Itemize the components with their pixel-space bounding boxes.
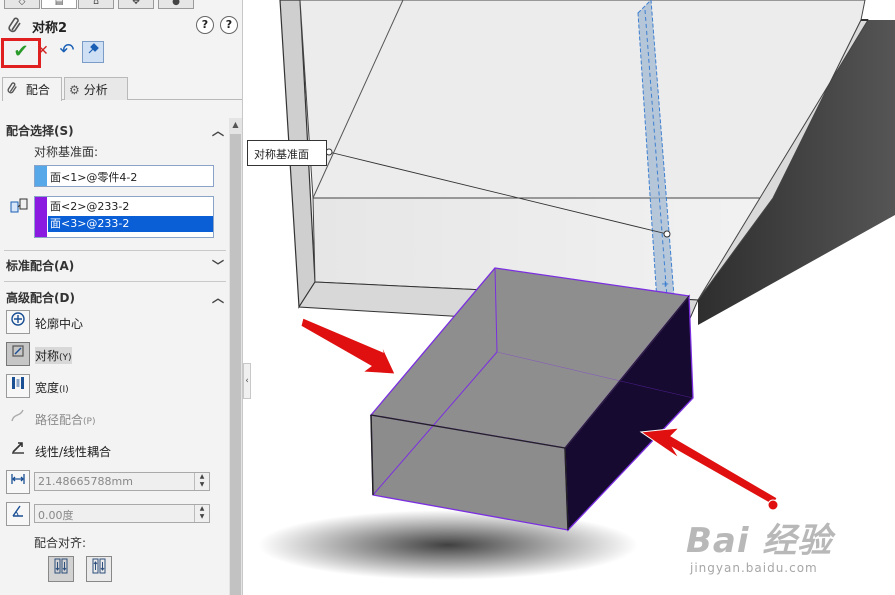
path-mate-label: 路径配合(P) (35, 413, 96, 427)
entities-color-swatch (35, 197, 47, 237)
red-arrow-left (300, 317, 396, 375)
dimxpert-tab[interactable]: ✥ (118, 0, 154, 9)
profile-center-label: 轮廓中心 (35, 317, 84, 331)
whats-wrong-help-button[interactable]: ? (196, 16, 214, 34)
watermark-logo-text: Bai 经验 (686, 521, 833, 561)
configuration-icon: ⌂ (93, 0, 99, 7)
3d-scene[interactable]: + (243, 0, 895, 595)
graphics-viewport[interactable]: + 对称基准面 ‹ Bai 经验 jingyan.baidu.com (243, 0, 895, 595)
panel-title: 对称2 (32, 21, 68, 36)
tab-mates[interactable]: 配合 (2, 77, 62, 101)
entities-to-mate-icon (9, 196, 29, 222)
distance-input[interactable]: 21.48665788mm (34, 472, 210, 491)
svg-text:+: + (661, 279, 669, 290)
mate-subtabs: 配合 ⚙ 分析 (2, 77, 242, 101)
mate-alignment-label: 配合对齐: (34, 536, 87, 550)
feature-manager-tab[interactable]: ◇ (4, 0, 40, 9)
undo-button[interactable]: ↶ (56, 41, 78, 63)
width-label: 宽度(I) (35, 381, 69, 395)
display-manager-tab[interactable]: ● (158, 0, 194, 9)
chevron-down-icon[interactable]: ﹀ (212, 257, 224, 274)
scroll-thumb[interactable] (230, 134, 241, 595)
width-mate[interactable]: 宽度(I) (6, 374, 226, 400)
panel-collapse-handle[interactable]: ‹ (243, 363, 251, 399)
feature-tree-icon: ◇ (18, 0, 26, 7)
action-row: ✔ ✕ ↶ (0, 36, 242, 68)
distance-icon (6, 470, 30, 494)
list-item[interactable]: 面<2>@233-2 (48, 199, 213, 215)
profile-center-icon (6, 310, 30, 334)
distance-spinner[interactable]: ▲ ▼ (194, 473, 209, 490)
aligned-button[interactable] (48, 556, 74, 582)
distance-row: 21.48665788mm ▲ ▼ (6, 470, 216, 494)
angle-row: 0.00度 ▲ ▼ (6, 502, 216, 526)
dimxpert-icon: ✥ (132, 0, 140, 7)
configuration-manager-tab[interactable]: ⌂ (78, 0, 114, 9)
mate-selections-section-header[interactable]: 配合选择(S) ︿ (6, 122, 224, 140)
close-icon: ✕ (37, 43, 49, 59)
anti-aligned-icon (90, 558, 108, 578)
entities-selection-list[interactable]: 面<2>@233-2 面<3>@233-2 (34, 196, 214, 238)
manager-tabs: ◇ ▤ ⌂ ✥ ● (0, 0, 242, 10)
profile-center-mate[interactable]: 轮廓中心 (6, 310, 226, 336)
linear-coupler-icon (6, 438, 30, 462)
keep-visible-pin-button[interactable] (82, 41, 104, 63)
angle-icon (6, 502, 30, 526)
watermark-url: jingyan.baidu.com (690, 561, 818, 575)
chevron-up-icon[interactable]: ︿ (212, 122, 224, 139)
path-icon (6, 406, 30, 430)
symmetric-label: 对称(Y) (35, 347, 72, 364)
advanced-mates-heading: 高级配合(D) (6, 291, 75, 305)
cancel-button[interactable]: ✕ (37, 44, 51, 60)
symmetry-plane-selection-box[interactable]: 面<1>@零件4-2 (34, 165, 214, 187)
tab-mates-label: 配合 (25, 83, 50, 97)
symmetry-plane-callout[interactable]: 对称基准面 (247, 140, 327, 166)
list-item-selected[interactable]: 面<3>@233-2 (48, 216, 213, 232)
symmetry-plane-value: 面<1>@零件4-2 (50, 171, 138, 184)
checkmark-icon: ✔ (13, 41, 29, 62)
ok-confirm-button[interactable]: ✔ (1, 38, 41, 68)
anti-aligned-button[interactable] (86, 556, 112, 582)
divider (4, 281, 226, 282)
help-button[interactable]: ? (220, 16, 238, 34)
standard-mates-heading: 标准配合(A) (6, 259, 75, 273)
plane-color-swatch (35, 166, 47, 186)
red-arrow-right (639, 427, 779, 511)
pushpin-icon (86, 43, 100, 59)
property-list-icon: ▤ (54, 0, 64, 7)
chevron-left-icon: ‹ (245, 376, 249, 386)
linear-coupler-mate[interactable]: 线性/线性耦合 (6, 438, 226, 464)
display-icon: ● (172, 0, 180, 7)
angle-input[interactable]: 0.00度 (34, 504, 210, 523)
advanced-mates-section-header[interactable]: 高级配合(D) ︿ (6, 289, 224, 307)
angle-spinner[interactable]: ▲ ▼ (194, 505, 209, 522)
standard-mates-section-header[interactable]: 标准配合(A) ﹀ (6, 257, 224, 275)
symmetric-icon (6, 342, 30, 366)
width-icon (6, 374, 30, 398)
gears-icon: ⚙ (69, 83, 80, 97)
scroll-up-arrow-icon[interactable]: ▲ (229, 118, 242, 132)
mate-paperclip-icon (8, 17, 22, 37)
panel-scrollbar[interactable]: ▲ (229, 118, 242, 595)
linear-coupler-label: 线性/线性耦合 (35, 445, 112, 459)
property-manager-tab[interactable]: ▤ (41, 0, 77, 9)
property-manager-panel: ◇ ▤ ⌂ ✥ ● 对称2 ? ? ✔ ✕ ↶ 配合 ⚙ 分析 配合选择(S) … (0, 0, 243, 595)
panel-title-row: 对称2 ? ? (6, 16, 238, 36)
tab-analysis-label: 分析 (83, 83, 108, 97)
aligned-icon (52, 558, 70, 578)
path-mate[interactable]: 路径配合(P) (6, 406, 226, 432)
chevron-up-icon[interactable]: ︿ (212, 289, 224, 306)
symmetric-mate[interactable]: 对称(Y) (6, 342, 226, 368)
tab-analysis[interactable]: ⚙ 分析 (64, 77, 128, 100)
divider (4, 250, 226, 251)
paperclip-icon (7, 82, 22, 97)
block-shadow (258, 510, 638, 580)
undo-arrow-icon: ↶ (59, 40, 75, 61)
symmetry-plane-label: 对称基准面: (34, 145, 99, 159)
baidu-watermark: Bai 经验 jingyan.baidu.com (686, 513, 891, 583)
mate-selections-heading: 配合选择(S) (6, 124, 74, 138)
